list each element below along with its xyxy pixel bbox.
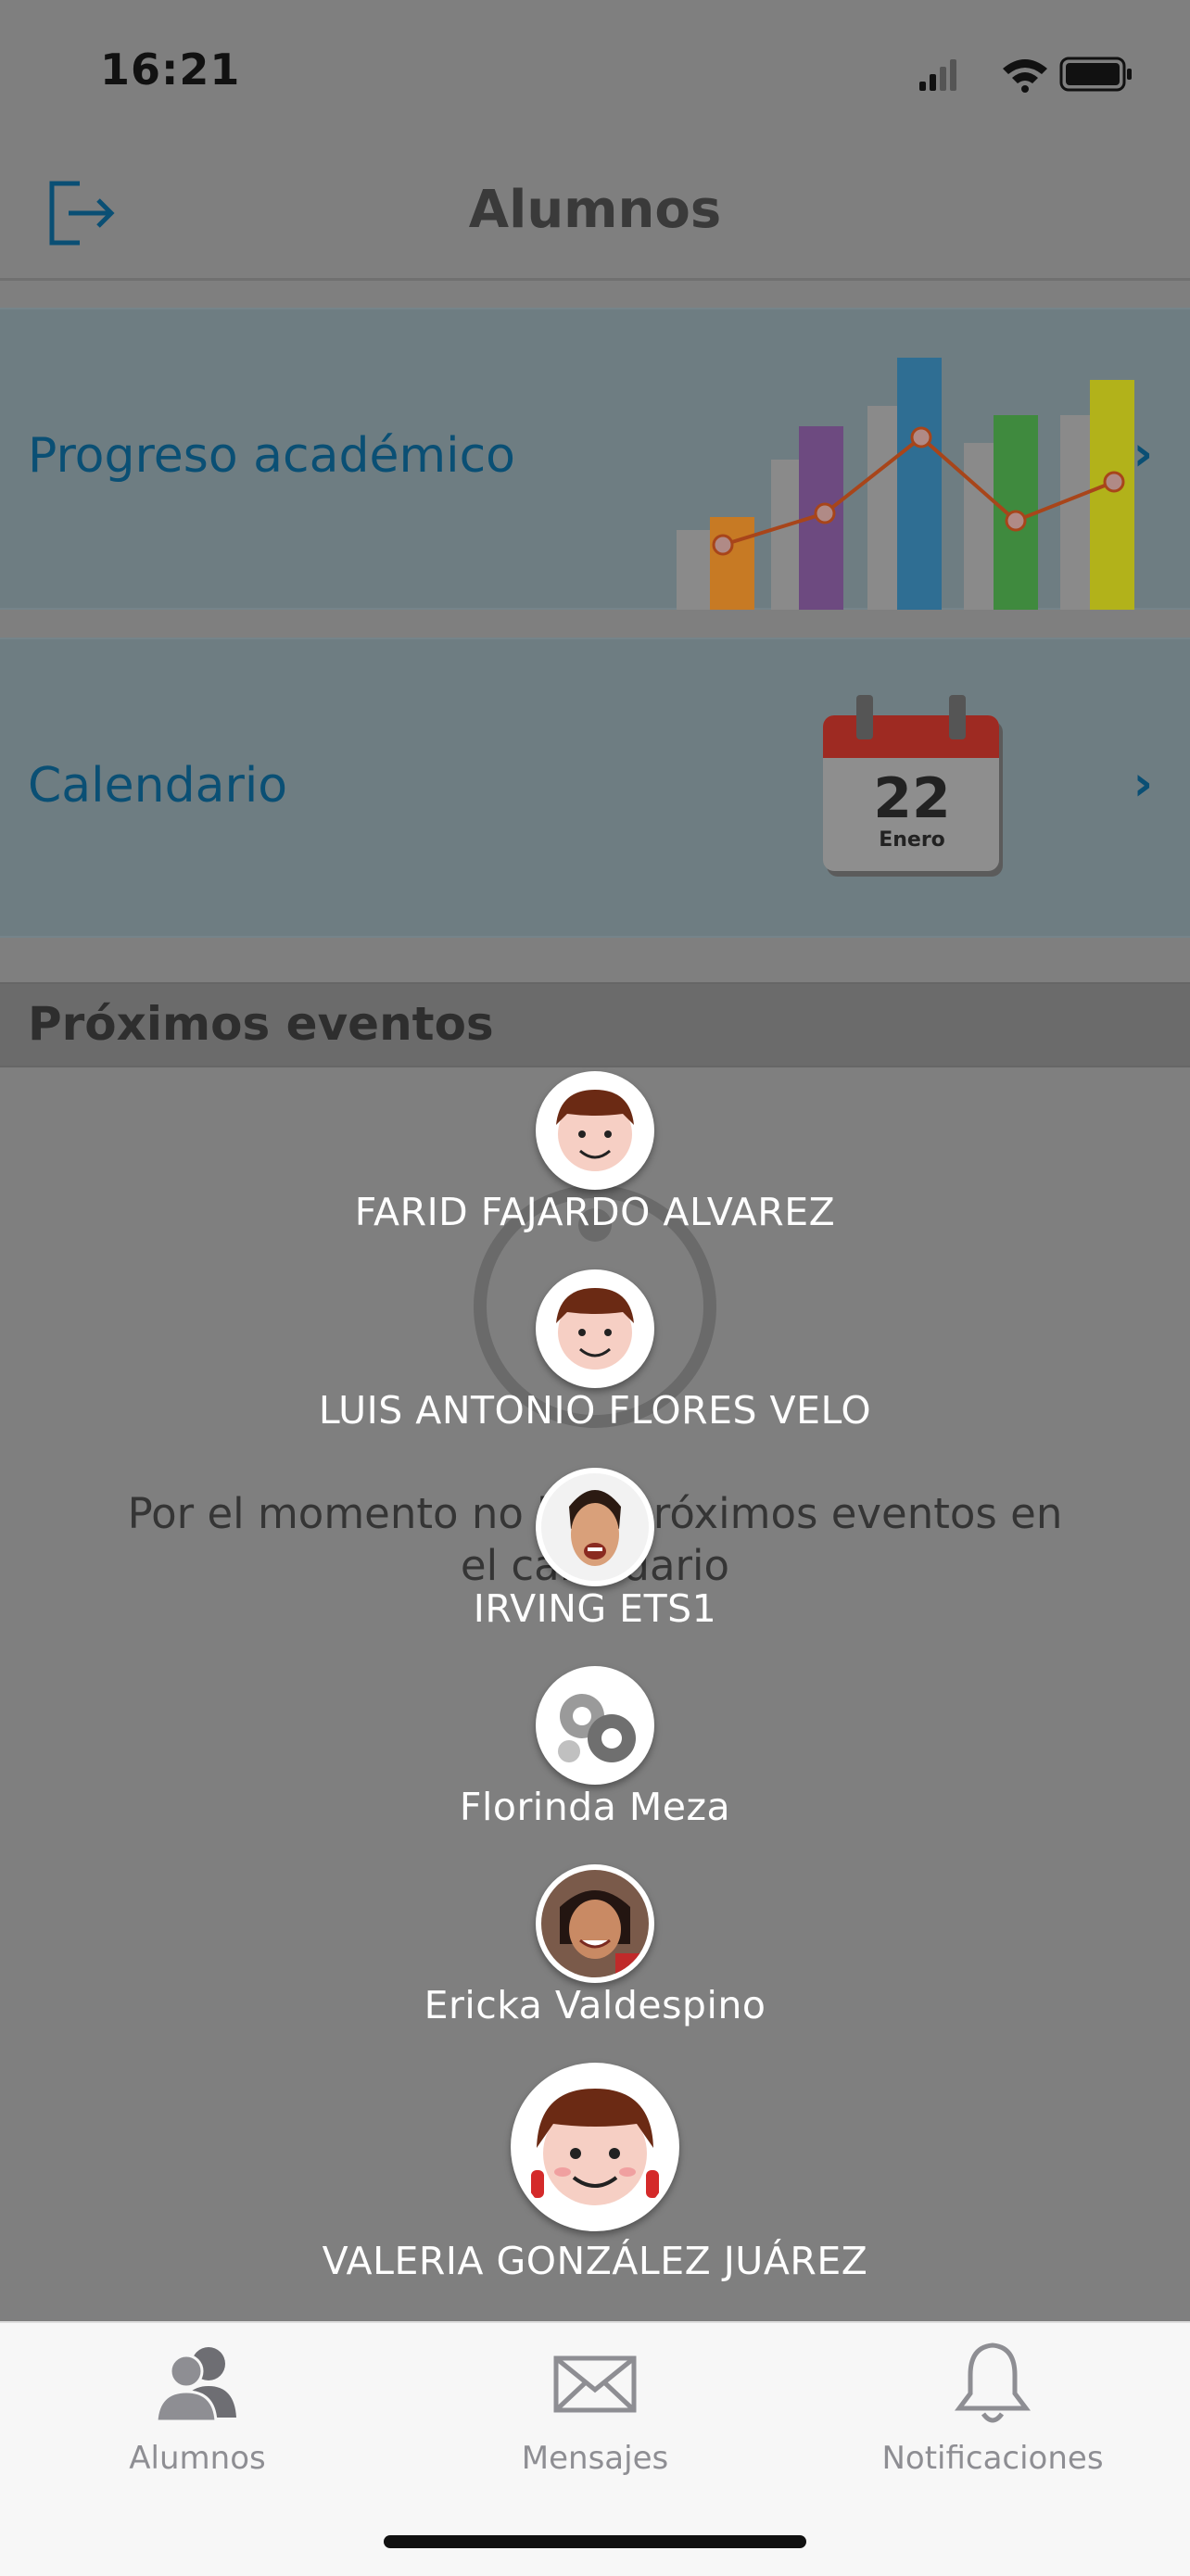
student-option[interactable]: IRVING ETS1 bbox=[0, 1468, 1190, 1635]
student-name: FARID FAJARDO ALVAREZ bbox=[354, 1190, 836, 1234]
tab-label: Alumnos bbox=[129, 2440, 266, 2477]
tab-alumnos[interactable]: Alumnos bbox=[58, 2336, 336, 2503]
home-indicator[interactable] bbox=[384, 2535, 806, 2548]
calendar-card[interactable]: Calendario 22 Enero › bbox=[0, 638, 1190, 938]
upcoming-events-header: Próximos eventos bbox=[0, 982, 1190, 1067]
student-option[interactable]: FARID FAJARDO ALVAREZ bbox=[0, 1071, 1190, 1238]
status-icons bbox=[919, 57, 1132, 93]
tab-mensajes[interactable]: Mensajes bbox=[456, 2336, 734, 2503]
navigation-bar: Alumnos bbox=[0, 148, 1190, 281]
status-bar: 16:21 bbox=[0, 0, 1190, 148]
student-option[interactable]: VALERIA GONZÁLEZ JUÁREZ bbox=[0, 2063, 1190, 2285]
student-name: IRVING ETS1 bbox=[473, 1586, 717, 1631]
chevron-right-icon: › bbox=[1133, 426, 1153, 482]
photo-avatar bbox=[536, 1864, 654, 1983]
progress-chart-illustration bbox=[677, 358, 1134, 610]
tab-label: Notificaciones bbox=[881, 2440, 1104, 2477]
academic-progress-card[interactable]: Progreso académico › bbox=[0, 308, 1190, 610]
student-name: Florinda Meza bbox=[459, 1785, 731, 1829]
envelope-icon bbox=[553, 2355, 637, 2413]
page-title: Alumnos bbox=[468, 180, 722, 240]
gear-graphic-avatar bbox=[536, 1666, 654, 1785]
calendar-month: Enero bbox=[879, 828, 945, 852]
student-option[interactable]: LUIS ANTONIO FLORES VELO bbox=[0, 1269, 1190, 1436]
academic-progress-label: Progreso académico bbox=[28, 428, 515, 484]
student-option[interactable]: Ericka Valdespino bbox=[0, 1864, 1190, 2031]
calendar-day: 22 bbox=[873, 766, 951, 831]
cartoon-boy-avatar bbox=[536, 1269, 654, 1388]
status-time: 16:21 bbox=[100, 44, 241, 95]
student-name: VALERIA GONZÁLEZ JUÁREZ bbox=[322, 2239, 868, 2283]
upcoming-events-title: Próximos eventos bbox=[28, 997, 494, 1051]
calendar-illustration-icon: 22 Enero bbox=[821, 695, 1006, 880]
cartoon-boy-avatar bbox=[536, 1071, 654, 1190]
tab-notificaciones[interactable]: Notificaciones bbox=[854, 2336, 1132, 2503]
calendar-label: Calendario bbox=[28, 758, 288, 814]
student-name: Ericka Valdespino bbox=[424, 1983, 766, 2027]
cartoon-girl-avatar bbox=[511, 2063, 679, 2231]
student-option[interactable]: Florinda Meza bbox=[0, 1666, 1190, 1833]
people-icon bbox=[155, 2347, 236, 2423]
student-name: LUIS ANTONIO FLORES VELO bbox=[318, 1388, 872, 1433]
signal-icon bbox=[919, 59, 956, 91]
photo-avatar bbox=[536, 1468, 654, 1586]
bell-icon bbox=[955, 2342, 1031, 2423]
wifi-icon bbox=[1003, 59, 1047, 93]
battery-icon bbox=[1059, 57, 1132, 92]
tab-label: Mensajes bbox=[521, 2440, 669, 2477]
chevron-right-icon: › bbox=[1133, 756, 1153, 812]
